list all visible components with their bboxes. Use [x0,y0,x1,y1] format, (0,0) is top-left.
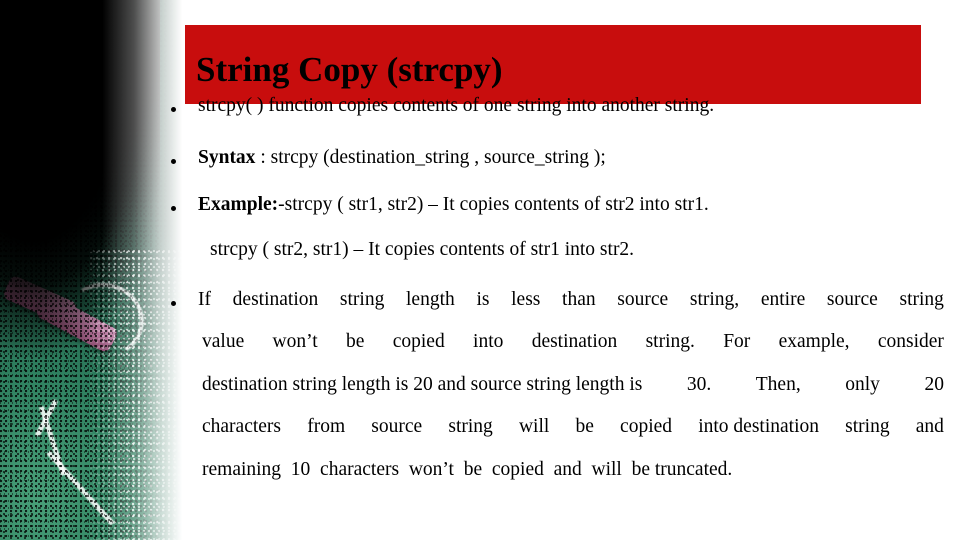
paragraph-row-4: characters from source string will be copied in… [168,417,944,437]
bullet-dot-icon [171,106,176,112]
paragraph-word: into [473,331,504,352]
syntax-label: Syntax [198,147,256,168]
bullet-1-text: strcpy( ) function copies contents of on… [198,95,715,116]
paragraph-word: string [448,416,493,437]
paragraph-word: consider [877,331,944,352]
paragraph-word: string [899,289,944,310]
paragraph-word: string [339,289,385,310]
sub-line-item: strcpy ( str2, str1) – It copies content… [168,240,944,260]
paragraph-word: destination [531,331,618,352]
paragraph-word: copied [620,416,673,437]
bullet-item-2: Syntax : strcpy (destination_string , so… [168,148,944,168]
paragraph-line-3: destination string length is 20 and sour… [202,375,944,395]
bullet-item-4: If destination string length is less than sourc… [168,290,944,310]
paragraph-word: source [826,289,878,310]
paragraph-word: string. [645,331,695,352]
paragraph-word: entire [760,289,806,310]
paragraph-word: source [371,416,423,437]
paragraph-line-4: characters from source string will be copied in… [202,417,944,437]
paragraph-line-5: remaining 10 characters won’t be copied … [202,460,944,480]
paragraph-word: is [476,289,490,310]
paragraph-word: If [198,289,211,310]
paragraph-word: source [617,289,669,310]
paragraph-row-5: remaining 10 characters won’t be copied … [168,460,944,480]
paragraph-word: value [202,331,245,352]
paragraph-word: copied [392,331,445,352]
paragraph-word: 30. [686,374,712,395]
paragraph-word: destination string length is 20 and sour… [202,374,643,395]
paragraph-row-2: value won’t be copied into destination string.… [168,332,944,352]
paragraph-word: be [575,416,594,437]
paragraph-word: and [915,416,944,437]
slide: String Copy (strcpy) strcpy( ) function … [0,0,960,540]
paragraph-word: string [845,416,890,437]
bullet-item-3: Example:-strcpy ( str1, str2) – It copie… [168,195,944,215]
paragraph-word: string, [689,289,740,310]
bullet-dot-icon [171,158,176,164]
bullet-3-text: Example:-strcpy ( str1, str2) – It copie… [198,195,944,215]
paragraph-word: than [562,289,596,310]
paragraph-word: won’t [272,331,318,352]
page-title: String Copy (strcpy) [196,50,503,89]
example-value: -strcpy ( str1, str2) – It copies conten… [278,194,709,215]
image-fade-to-white [0,0,186,540]
paragraph-line-1: If destination string length is less than sourc… [198,290,944,310]
bullet-item-1: strcpy( ) function copies contents of on… [168,96,944,116]
paragraph-word: be [346,331,365,352]
paragraph-word: from [307,416,346,437]
sub-line-text: strcpy ( str2, str1) – It copies content… [210,239,635,260]
paragraph-word: only [845,374,880,395]
paragraph-word: into destination [698,416,819,437]
paragraph-word: example, [778,331,850,352]
bullet-dot-icon [171,300,176,306]
paragraph-word: less [511,289,541,310]
paragraph-line-2: value won’t be copied into destination string.… [202,332,944,352]
paragraph-word: will [518,416,550,437]
paragraph-word: destination [232,289,319,310]
paragraph-word: 20 [924,374,944,395]
bullet-dot-icon [171,205,176,211]
paragraph-word: characters [202,416,282,437]
paragraph-word: length [406,289,455,310]
chalkboard-decoration-image [0,0,186,540]
example-label: Example: [198,194,279,215]
paragraph-word: Then, [755,374,801,395]
paragraph-word: For [723,331,751,352]
paragraph-line-5-text: remaining 10 characters won’t be copied … [202,459,733,480]
paragraph-row-3: destination string length is 20 and sour… [168,375,944,395]
syntax-value: : strcpy (destination_string , source_st… [255,147,606,168]
bullet-2-text: Syntax : strcpy (destination_string , so… [198,148,944,168]
